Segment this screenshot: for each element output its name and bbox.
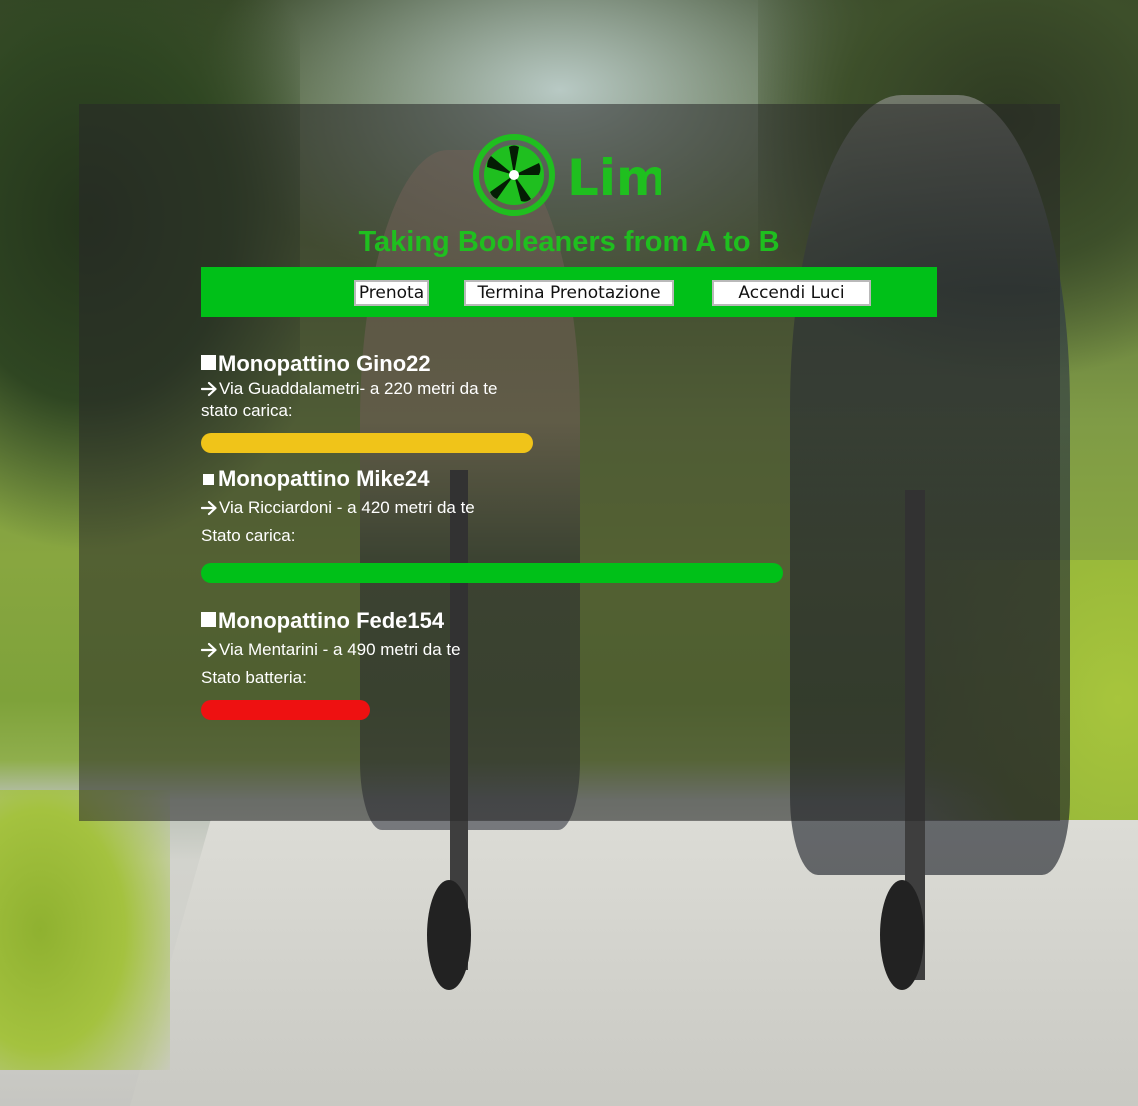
arrow-right-icon (201, 500, 217, 516)
arrow-right-icon (201, 642, 217, 658)
scooter-item-gino22: Monopattino Gino22 Via Guaddalametri- a … (201, 350, 497, 422)
scooter-address: Via Ricciardoni - a 420 metri da te (201, 497, 475, 519)
scooter-address-text: Via Guaddalametri- a 220 metri da te (219, 379, 498, 398)
scooter-item-fede154: Monopattino Fede154 Via Mentarini - a 49… (201, 607, 461, 689)
scooter-status-label: Stato batteria: (201, 668, 307, 687)
prenota-button[interactable]: Prenota (354, 280, 429, 306)
scooter-status-label: stato carica: (201, 401, 293, 420)
scooter-item-mike24: Monopattino Mike24 Via Ricciardoni - a 4… (201, 465, 475, 547)
background-wheel-left (427, 880, 471, 990)
arrow-right-icon (201, 381, 217, 397)
accendi-luci-button[interactable]: Accendi Luci (712, 280, 871, 306)
background-grass-left (0, 790, 170, 1070)
square-icon (203, 473, 214, 485)
scooter-address-text: Via Mentarini - a 490 metri da te (219, 640, 461, 659)
charge-bar (201, 700, 370, 720)
charge-bar (201, 433, 533, 453)
lime-logo: Lim (471, 131, 668, 221)
scooter-name: Monopattino Fede154 (218, 608, 445, 633)
logo-text: Lim (567, 149, 661, 207)
scooter-address-text: Via Ricciardoni - a 420 metri da te (219, 498, 475, 517)
scooter-title: Monopattino Fede154 (201, 607, 461, 635)
tagline: Taking Booleaners from A to B (358, 226, 780, 258)
square-icon (201, 354, 216, 370)
scooter-title: Monopattino Gino22 (201, 350, 497, 378)
background-wheel-right (880, 880, 924, 990)
action-bar: Prenota Termina Prenotazione Accendi Luc… (201, 267, 937, 317)
lime-wheel-icon: Lim (473, 134, 668, 216)
square-icon (201, 611, 216, 627)
scooter-address: Via Mentarini - a 490 metri da te (201, 639, 461, 661)
charge-bar (201, 563, 783, 583)
scooter-title: Monopattino Mike24 (201, 465, 475, 493)
termina-prenotazione-button[interactable]: Termina Prenotazione (464, 280, 674, 306)
scooter-name: Monopattino Gino22 (218, 351, 431, 376)
scooter-status-label: Stato carica: (201, 526, 296, 545)
scooter-address: Via Guaddalametri- a 220 metri da te (201, 378, 497, 400)
scooter-name: Monopattino Mike24 (218, 466, 430, 491)
